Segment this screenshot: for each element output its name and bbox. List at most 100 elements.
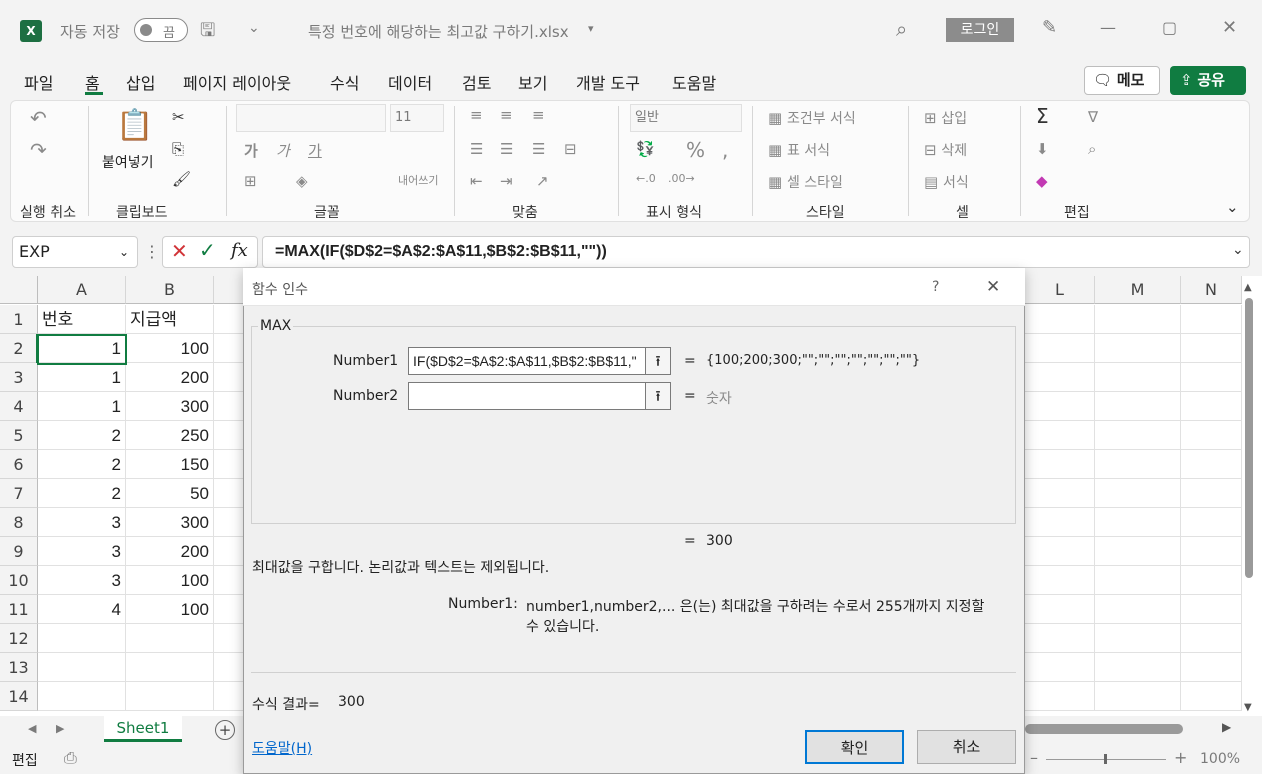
cell-a[interactable]: 2 bbox=[38, 421, 126, 450]
insert-cells-button[interactable]: ⊞ 삽입 bbox=[924, 108, 967, 128]
sheet-tab-sheet1[interactable]: Sheet1 bbox=[104, 716, 182, 742]
column-header-l[interactable]: L bbox=[1025, 276, 1095, 304]
cell-b[interactable]: 100 bbox=[126, 334, 214, 363]
cell-b[interactable]: 200 bbox=[126, 363, 214, 392]
empty-cell[interactable] bbox=[1181, 653, 1242, 682]
empty-cell[interactable] bbox=[1095, 537, 1181, 566]
empty-cell[interactable] bbox=[214, 450, 244, 479]
scroll-up-icon[interactable]: ▲ bbox=[1244, 282, 1252, 293]
enter-check-icon[interactable]: ✓ bbox=[199, 238, 216, 262]
dialog-help-button[interactable]: ? bbox=[932, 279, 939, 295]
column-header-m[interactable]: M bbox=[1095, 276, 1181, 304]
empty-cell[interactable] bbox=[1025, 566, 1095, 595]
empty-cell[interactable] bbox=[214, 682, 244, 711]
maximize-icon[interactable]: ▢ bbox=[1162, 18, 1177, 37]
insert-function-icon[interactable]: fx bbox=[231, 240, 248, 261]
tab-review[interactable]: 검토 bbox=[462, 70, 491, 94]
number2-input[interactable] bbox=[408, 382, 646, 410]
tab-scroll-right-icon[interactable]: ▶ bbox=[56, 722, 64, 735]
minimize-icon[interactable]: — bbox=[1100, 18, 1116, 37]
chevron-down-icon[interactable]: ▾ bbox=[588, 22, 594, 35]
column-header-n[interactable]: N bbox=[1181, 276, 1242, 304]
fill-icon[interactable]: ⬇ bbox=[1036, 140, 1049, 158]
horizontal-scroll-thumb[interactable] bbox=[1025, 724, 1183, 734]
font-size-select[interactable]: 11 bbox=[390, 104, 444, 132]
cell-b[interactable]: 50 bbox=[126, 479, 214, 508]
empty-cell[interactable] bbox=[214, 653, 244, 682]
row-header[interactable]: 3 bbox=[0, 363, 38, 392]
row-header[interactable]: 10 bbox=[0, 566, 38, 595]
align-middle-icon[interactable]: ≡ bbox=[500, 106, 513, 124]
currency-icon[interactable]: 💱 bbox=[636, 140, 655, 158]
scroll-right-icon[interactable]: ▶ bbox=[1222, 720, 1231, 734]
row-header[interactable]: 6 bbox=[0, 450, 38, 479]
search-icon[interactable]: ⌕ bbox=[896, 17, 907, 41]
tab-insert[interactable]: 삽입 bbox=[126, 70, 155, 94]
empty-cell[interactable] bbox=[1181, 334, 1242, 363]
empty-cell[interactable] bbox=[1181, 537, 1242, 566]
wrap-label[interactable]: 내어쓰기 bbox=[398, 172, 438, 188]
tab-page-layout[interactable]: 페이지 레이아웃 bbox=[183, 70, 291, 94]
tab-developer[interactable]: 개발 도구 bbox=[576, 70, 640, 94]
row-header[interactable]: 4 bbox=[0, 392, 38, 421]
empty-cell[interactable] bbox=[1181, 479, 1242, 508]
empty-cell[interactable] bbox=[1095, 653, 1181, 682]
empty-cell[interactable] bbox=[1181, 566, 1242, 595]
number2-collapse-icon[interactable]: ⭱ bbox=[645, 382, 671, 410]
font-name-select[interactable] bbox=[236, 104, 386, 132]
row-header[interactable]: 5 bbox=[0, 421, 38, 450]
customize-qat-icon[interactable]: ⌄ bbox=[248, 20, 260, 36]
zoom-out-icon[interactable]: – bbox=[1030, 748, 1038, 767]
indent-decrease-icon[interactable]: ⇤ bbox=[470, 172, 483, 190]
cell-a[interactable]: 2 bbox=[38, 450, 126, 479]
row-header[interactable]: 11 bbox=[0, 595, 38, 624]
scroll-thumb[interactable] bbox=[1245, 298, 1253, 578]
bold-button[interactable]: 가 bbox=[244, 140, 258, 161]
cell-b[interactable]: 150 bbox=[126, 450, 214, 479]
select-all-corner[interactable] bbox=[0, 276, 38, 304]
conditional-format-button[interactable]: ▦ 조건부 서식 bbox=[768, 108, 856, 128]
cell-b[interactable]: 250 bbox=[126, 421, 214, 450]
row-header[interactable]: 9 bbox=[0, 537, 38, 566]
tab-view[interactable]: 보기 bbox=[518, 70, 547, 94]
cancel-button[interactable]: 취소 bbox=[917, 730, 1016, 764]
empty-cell[interactable] bbox=[1095, 421, 1181, 450]
delete-cells-button[interactable]: ⊟ 삭제 bbox=[924, 140, 967, 160]
decrease-decimal-icon[interactable]: .00→ bbox=[668, 172, 695, 185]
align-center-icon[interactable]: ☰ bbox=[500, 140, 513, 158]
empty-cell[interactable] bbox=[1095, 334, 1181, 363]
empty-cell[interactable] bbox=[214, 537, 244, 566]
format-painter-icon[interactable]: 🖌 bbox=[172, 170, 191, 188]
zoom-in-icon[interactable]: + bbox=[1174, 748, 1187, 767]
underline-button[interactable]: 가 bbox=[308, 140, 322, 161]
empty-cell[interactable] bbox=[1181, 595, 1242, 624]
cell-a[interactable] bbox=[38, 624, 126, 653]
empty-cell[interactable] bbox=[1095, 566, 1181, 595]
empty-cell[interactable] bbox=[1025, 334, 1095, 363]
memo-button[interactable]: 🗨 메모 bbox=[1084, 66, 1160, 95]
undo-icon[interactable]: ↶ bbox=[30, 106, 47, 130]
empty-cell[interactable] bbox=[1025, 537, 1095, 566]
cell-a[interactable]: 3 bbox=[38, 537, 126, 566]
redo-icon[interactable]: ↷ bbox=[30, 138, 47, 162]
cell-b[interactable]: 100 bbox=[126, 595, 214, 624]
empty-cell[interactable] bbox=[1025, 624, 1095, 653]
empty-cell[interactable] bbox=[1025, 595, 1095, 624]
column-header-c[interactable] bbox=[214, 276, 244, 304]
expand-formula-icon[interactable]: ⌄ bbox=[1232, 242, 1244, 258]
empty-cell[interactable] bbox=[214, 595, 244, 624]
more-options-icon[interactable]: ⋮ bbox=[144, 242, 160, 261]
name-box[interactable]: EXP ⌄ bbox=[12, 236, 138, 268]
empty-cell[interactable] bbox=[1025, 392, 1095, 421]
align-bottom-icon[interactable]: ≡ bbox=[532, 106, 545, 124]
dialog-close-icon[interactable]: ✕ bbox=[986, 277, 1000, 297]
empty-cell[interactable] bbox=[1181, 305, 1242, 334]
fill-color-icon[interactable]: ◈ bbox=[296, 172, 308, 190]
empty-cell[interactable] bbox=[214, 624, 244, 653]
increase-decimal-icon[interactable]: ←.0 bbox=[636, 172, 656, 185]
sum-icon[interactable]: Σ bbox=[1036, 104, 1049, 128]
cell-b[interactable]: 300 bbox=[126, 392, 214, 421]
empty-cell[interactable] bbox=[1025, 653, 1095, 682]
indent-increase-icon[interactable]: ⇥ bbox=[500, 172, 513, 190]
ok-button[interactable]: 확인 bbox=[805, 730, 904, 764]
